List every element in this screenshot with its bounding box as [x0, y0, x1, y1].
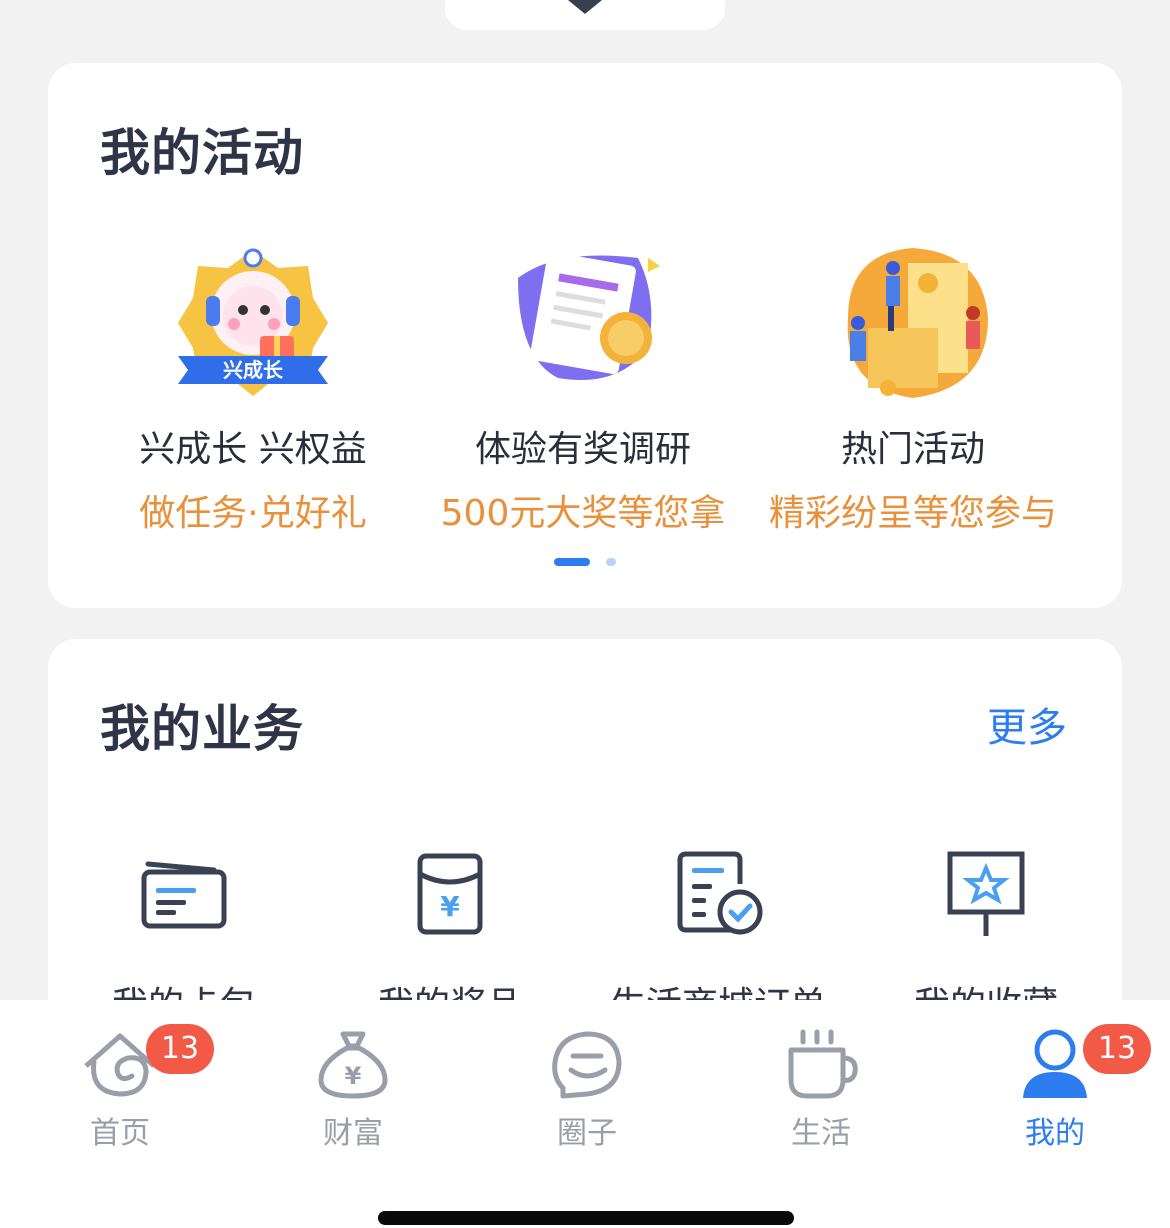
home-indicator[interactable]	[378, 1211, 794, 1225]
tab-wealth[interactable]: ¥ 财富	[283, 1026, 423, 1152]
tab-circle[interactable]: 圈子	[517, 1026, 657, 1152]
notification-badge: 13	[1083, 1024, 1151, 1074]
more-link[interactable]: 更多	[987, 695, 1067, 753]
activity-title: 体验有奖调研	[474, 429, 691, 470]
survey-document-icon	[518, 251, 660, 380]
tab-label: 首页	[90, 1116, 150, 1151]
card-wallet-icon	[141, 861, 227, 929]
growth-banner-text: 兴成长	[223, 358, 284, 382]
activities-title: 我的活动	[100, 124, 304, 182]
popular-event-icon	[847, 248, 988, 398]
robot-mascot-icon: 兴成长	[178, 248, 328, 396]
pager-dot-active[interactable]	[554, 558, 590, 566]
pager-dot[interactable]	[606, 558, 616, 566]
activity-title: 兴成长 兴权益	[139, 429, 367, 470]
tab-label: 我的	[1025, 1116, 1085, 1151]
tab-label: 圈子	[557, 1116, 617, 1151]
tab-home[interactable]: 首页 13	[50, 1024, 214, 1152]
tab-life[interactable]: 生活	[751, 1026, 891, 1152]
activity-subtitle: 精彩纷呈等您参与	[768, 493, 1057, 534]
order-check-icon	[677, 851, 763, 935]
activity-subtitle: 500元大奖等您拿	[440, 493, 726, 534]
my-business-card: 我的业务 更多 我的卡包 ¥ 我的奖品 生活商城订单	[48, 639, 1122, 1059]
activity-subtitle: 做任务·兑好礼	[139, 493, 367, 534]
coffee-cup-icon	[788, 1029, 858, 1099]
tab-label: 生活	[791, 1116, 851, 1151]
my-activities-card: 我的活动 兴成长 兴成长 兴权益 做任务·兑好礼 体验有奖调研 500元大奖等您…	[48, 63, 1122, 608]
activity-item-hot[interactable]: 热门活动 精彩纷呈等您参与	[748, 238, 1078, 536]
chat-circle-icon	[552, 1031, 622, 1099]
activity-item-survey[interactable]: 体验有奖调研 500元大奖等您拿	[418, 238, 748, 536]
red-envelope-icon: ¥	[417, 853, 483, 935]
star-board-icon	[947, 851, 1025, 936]
activity-item-growth[interactable]: 兴成长 兴成长 兴权益 做任务·兑好礼	[88, 238, 418, 536]
svg-text:¥: ¥	[345, 1062, 362, 1090]
bottom-tab-bar: 首页 13 ¥ 财富 圈子 生活 我的 13	[0, 1000, 1170, 1228]
money-bag-icon: ¥	[318, 1031, 388, 1099]
notification-badge: 13	[146, 1024, 214, 1074]
tab-mine[interactable]: 我的 13	[985, 1024, 1151, 1152]
business-title: 我的业务	[100, 700, 304, 758]
user-icon	[1023, 1029, 1087, 1098]
activity-title: 热门活动	[840, 429, 985, 470]
svg-text:¥: ¥	[440, 890, 460, 923]
chevron-down-icon	[568, 0, 602, 14]
tab-label: 财富	[323, 1116, 383, 1151]
